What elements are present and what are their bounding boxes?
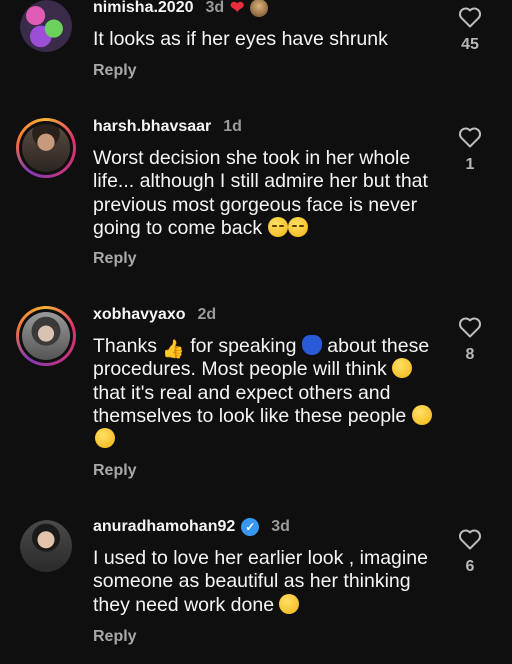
like-button[interactable]: 1 (452, 126, 488, 174)
heart-outline-icon[interactable] (458, 126, 482, 148)
comment-text: Thanks 👍 for speaking about these proced… (93, 335, 443, 451)
username[interactable]: nimisha.2020 (93, 0, 194, 17)
heart-outline-icon[interactable] (458, 528, 482, 550)
reply-button[interactable]: Reply (93, 462, 137, 480)
reply-button[interactable]: Reply (93, 250, 137, 268)
comment-text-part: that it's real and expect others and the… (93, 381, 412, 427)
heart-outline-icon[interactable] (458, 6, 482, 28)
like-count: 8 (465, 346, 475, 363)
comment-text-content: Worst decision she took in her whole lif… (93, 147, 428, 239)
comment-header: harsh.bhavsaar 1d (93, 118, 242, 136)
pensive-face-icon (287, 216, 308, 237)
comment-text-part: for speaking (184, 335, 302, 357)
woman-portrait-avatar[interactable] (16, 306, 76, 366)
username[interactable]: anuradhamohan92 (93, 518, 235, 536)
username[interactable]: harsh.bhavsaar (93, 118, 211, 136)
like-count: 6 (465, 558, 475, 575)
upside-down-face-icon (279, 593, 300, 614)
comment-header: anuradhamohan92 ✓ 3d (93, 518, 290, 536)
woman-portrait-avatar[interactable] (20, 520, 76, 576)
like-button[interactable]: 6 (452, 528, 488, 576)
man-portrait-avatar[interactable] (16, 118, 76, 178)
reply-button[interactable]: Reply (93, 62, 137, 80)
speaking-head-icon (301, 335, 322, 355)
timestamp: 2d (197, 306, 217, 323)
heart-outline-icon[interactable] (458, 316, 482, 338)
creator-avatar-icon (250, 0, 269, 17)
comment-text: It looks as if her eyes have shrunk (93, 28, 388, 50)
verified-badge-icon: ✓ (241, 518, 260, 536)
comment-text-content: I used to love her earlier look , imagin… (93, 547, 428, 616)
joy-face-icon (95, 428, 115, 449)
like-count: 45 (461, 36, 479, 53)
comment-header: nimisha.2020 3d ❤ (93, 0, 269, 18)
like-button[interactable]: 8 (452, 316, 488, 364)
pensive-face-icon (267, 216, 288, 237)
comment-text: I used to love her earlier look , imagin… (93, 547, 443, 617)
zany-face-icon (411, 404, 432, 425)
like-button[interactable]: 45 (452, 6, 488, 54)
thumbs-up-icon: 👍 (162, 339, 185, 359)
comments-list: nimisha.2020 3d ❤ It looks as if her eye… (0, 0, 512, 664)
timestamp: 1d (223, 118, 242, 135)
comment-text-part: Thanks (93, 335, 163, 357)
flower-avatar[interactable] (20, 0, 76, 56)
username[interactable]: xobhavyaxo (93, 306, 185, 324)
like-count: 1 (465, 156, 475, 173)
timestamp: 3d (271, 518, 290, 535)
comment-header: xobhavyaxo 2d (93, 306, 216, 324)
reply-button[interactable]: Reply (93, 628, 137, 646)
timestamp: 3d (205, 0, 225, 16)
comment-text: Worst decision she took in her whole lif… (93, 147, 443, 240)
thinking-face-icon (392, 358, 413, 379)
red-heart-icon: ❤ (230, 0, 245, 17)
